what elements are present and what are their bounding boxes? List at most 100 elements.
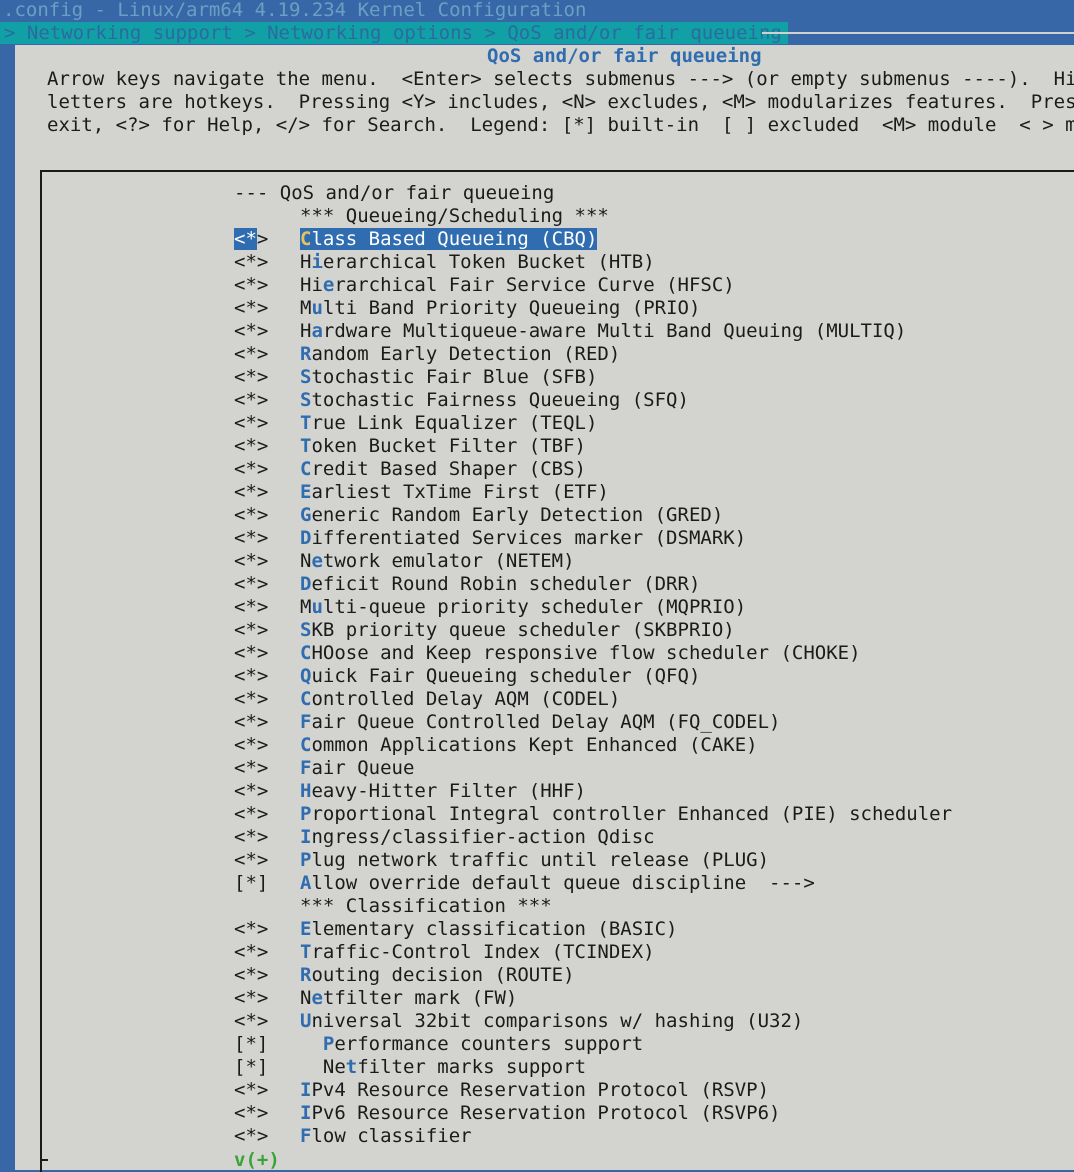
- hotkey-letter: u: [311, 596, 323, 618]
- menu-item[interactable]: <*> Differentiated Services marker (DSMAR…: [234, 527, 952, 550]
- menu-item-label: Quick Fair Queueing scheduler (QFQ): [300, 665, 701, 687]
- hotkey-letter: F: [300, 711, 312, 733]
- menu-item-label: Multi-queue priority scheduler (MQPRIO): [300, 596, 747, 618]
- menu-item[interactable]: <*> Class Based Queueing (CBQ): [234, 228, 952, 251]
- menu-item[interactable]: <*> Controlled Delay AQM (CODEL): [234, 688, 952, 711]
- menu-item[interactable]: --- QoS and/or fair queueing: [234, 182, 952, 205]
- menu-item-state: <*>: [234, 412, 269, 434]
- menu-item[interactable]: <*> Universal 32bit comparisons w/ hashin…: [234, 1010, 952, 1033]
- menu-item-state: [*]: [234, 1056, 269, 1078]
- menu-item[interactable]: <*> Multi-queue priority scheduler (MQPRI…: [234, 596, 952, 619]
- menu-item-label: IPv6 Resource Reservation Protocol (RSVP…: [300, 1102, 781, 1124]
- hotkey-letter: T: [300, 435, 312, 457]
- menu-comment: *** Classification ***: [234, 895, 952, 918]
- help-text-line-2: letters are hotkeys. Pressing <Y> includ…: [47, 91, 1074, 113]
- help-text-line-3: exit, <?> for Help, </> for Search. Lege…: [47, 114, 1074, 136]
- menu-item-state: <*>: [234, 1079, 269, 1101]
- menu-item[interactable]: <*> Netfilter mark (FW): [234, 987, 952, 1010]
- hotkey-letter: C: [300, 734, 312, 756]
- hotkey-letter: S: [300, 366, 312, 388]
- menu-item[interactable]: <*> Hardware Multiqueue-aware Multi Band …: [234, 320, 952, 343]
- hotkey-letter: P: [300, 849, 312, 871]
- menu-item[interactable]: [*] Allow override default queue discipli…: [234, 872, 952, 895]
- menu-item-label: Fair Queue Controlled Delay AQM (FQ_CODE…: [300, 711, 781, 733]
- menu-item[interactable]: <*> Fair Queue: [234, 757, 952, 780]
- hotkey-letter: S: [300, 619, 312, 641]
- menu-item[interactable]: <*> Proportional Integral controller Enha…: [234, 803, 952, 826]
- menu-item[interactable]: <*> Quick Fair Queueing scheduler (QFQ): [234, 665, 952, 688]
- menu-item[interactable]: <*> Multi Band Priority Queueing (PRIO): [234, 297, 952, 320]
- menu-item-state: <*>: [234, 389, 269, 411]
- menu-item-label: Common Applications Kept Enhanced (CAKE): [300, 734, 758, 756]
- hotkey-letter: I: [300, 1102, 312, 1124]
- menu-item[interactable]: <*> Hierarchical Token Bucket (HTB): [234, 251, 952, 274]
- menu-item[interactable]: <*> Token Bucket Filter (TBF): [234, 435, 952, 458]
- scroll-more-indicator[interactable]: v(+): [234, 1149, 280, 1172]
- menu-item-state: <*>: [234, 458, 269, 480]
- menu-item[interactable]: [*] Netfilter marks support: [234, 1056, 952, 1079]
- hotkey-letter: E: [300, 481, 312, 503]
- menu-item[interactable]: <*> IPv4 Resource Reservation Protocol (R…: [234, 1079, 952, 1102]
- menu-item[interactable]: <*> Flow classifier: [234, 1125, 952, 1148]
- menu-item-state: <*>: [234, 527, 269, 549]
- hotkey-letter: P: [300, 803, 312, 825]
- menu-item[interactable]: <*> IPv6 Resource Reservation Protocol (R…: [234, 1102, 952, 1125]
- hotkey-letter: T: [300, 941, 312, 963]
- menu-item-label: Plug network traffic until release (PLUG…: [300, 849, 770, 871]
- menu-item[interactable]: <*> Deficit Round Robin scheduler (DRR): [234, 573, 952, 596]
- menu-item-state: [*]: [234, 872, 269, 894]
- menu-item-state: <*>: [234, 780, 269, 802]
- menu-item-label: Routing decision (ROUTE): [300, 964, 575, 986]
- menu-item[interactable]: <*> Hierarchical Fair Service Curve (HFSC…: [234, 274, 952, 297]
- menu-item-state: <*>: [234, 320, 269, 342]
- menu-item[interactable]: [*] Performance counters support: [234, 1033, 952, 1056]
- menu-item[interactable]: <*> Random Early Detection (RED): [234, 343, 952, 366]
- menu-item-state: <*>: [234, 550, 269, 572]
- hotkey-letter: t: [345, 1056, 358, 1078]
- menu-item[interactable]: <*> Routing decision (ROUTE): [234, 964, 952, 987]
- menu-item[interactable]: <*> Heavy-Hitter Filter (HHF): [234, 780, 952, 803]
- menu-comment: *** Queueing/Scheduling ***: [234, 205, 952, 228]
- menu-item[interactable]: <*> Stochastic Fairness Queueing (SFQ): [234, 389, 952, 412]
- hotkey-letter: C: [300, 458, 312, 480]
- menu-item-state: <*>: [234, 665, 269, 687]
- menu-item-label: Token Bucket Filter (TBF): [300, 435, 586, 457]
- menu-list[interactable]: --- QoS and/or fair queueing *** Queueing…: [234, 182, 952, 1148]
- window-title: .config - Linux/arm64 4.19.234 Kernel Co…: [3, 0, 587, 21]
- menu-item[interactable]: <*> Generic Random Early Detection (GRED): [234, 504, 952, 527]
- menu-item[interactable]: <*> Network emulator (NETEM): [234, 550, 952, 573]
- menu-item-label: Hierarchical Token Bucket (HTB): [300, 251, 655, 273]
- menu-item[interactable]: <*> Plug network traffic until release (P…: [234, 849, 952, 872]
- menu-item[interactable]: <*> Stochastic Fair Blue (SFB): [234, 366, 952, 389]
- menu-item[interactable]: <*> Ingress/classifier-action Qdisc: [234, 826, 952, 849]
- menu-item-label: *** Classification ***: [300, 895, 552, 917]
- menu-item[interactable]: <*> CHOose and Keep responsive flow sched…: [234, 642, 952, 665]
- hotkey-letter: e: [311, 550, 323, 572]
- menu-item[interactable]: <*> Fair Queue Controlled Delay AQM (FQ_C…: [234, 711, 952, 734]
- menu-item-label: Controlled Delay AQM (CODEL): [300, 688, 621, 710]
- menu-item-label: Elementary classification (BASIC): [300, 918, 678, 940]
- menu-item-state: <*>: [234, 941, 269, 963]
- hotkey-letter: C: [300, 228, 312, 250]
- menu-item[interactable]: <*> Traffic-Control Index (TCINDEX): [234, 941, 952, 964]
- hotkey-letter: i: [311, 251, 323, 273]
- menu-item-state: [*]: [234, 1033, 269, 1055]
- menu-item-label: Hierarchical Fair Service Curve (HFSC): [300, 274, 735, 296]
- menu-item-label: Generic Random Early Detection (GRED): [300, 504, 724, 526]
- hotkey-letter: Q: [300, 665, 312, 687]
- menu-item-state: <*>: [234, 642, 269, 664]
- menu-item[interactable]: <*> Common Applications Kept Enhanced (CA…: [234, 734, 952, 757]
- menu-item-state: <*>: [234, 757, 269, 779]
- menu-item[interactable]: <*> True Link Equalizer (TEQL): [234, 412, 952, 435]
- menu-item[interactable]: <*> SKB priority queue scheduler (SKBPRIO…: [234, 619, 952, 642]
- menu-item-state: <*>: [234, 619, 269, 641]
- menu-item-state: <*>: [234, 711, 269, 733]
- hotkey-letter: A: [300, 872, 312, 894]
- hotkey-letter: D: [300, 573, 312, 595]
- menu-item-state: <*>: [234, 343, 269, 365]
- menu-item-state: <*>: [234, 964, 269, 986]
- menu-item[interactable]: <*> Elementary classification (BASIC): [234, 918, 952, 941]
- menu-item-label: Proportional Integral controller Enhance…: [300, 803, 953, 825]
- menu-item[interactable]: <*> Earliest TxTime First (ETF): [234, 481, 952, 504]
- menu-item[interactable]: <*> Credit Based Shaper (CBS): [234, 458, 952, 481]
